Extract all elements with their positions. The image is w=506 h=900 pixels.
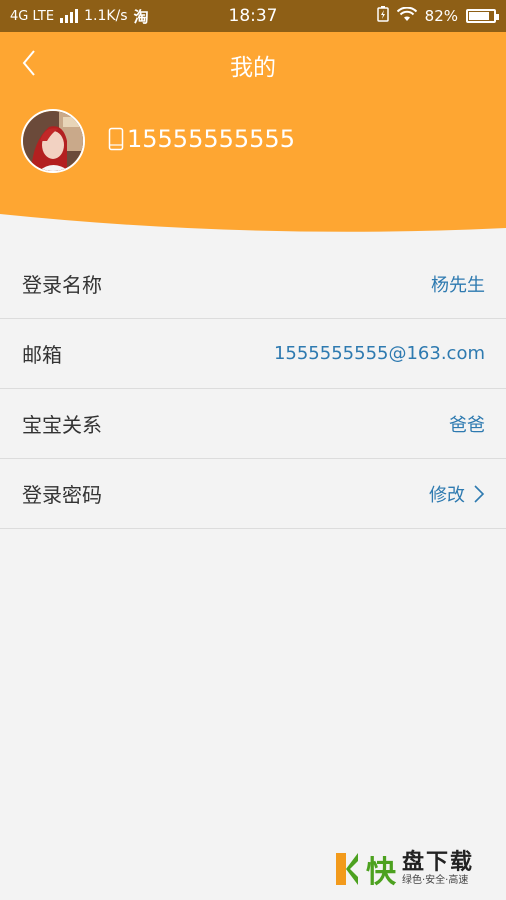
row-value: 爸爸 [449,414,485,436]
row-label: 宝宝关系 [22,413,102,437]
battery-icon [466,9,499,23]
list-item-email: 邮箱 1555555555@163.com [0,319,506,389]
battery-percent: 82% [424,7,458,25]
status-bar: 4G LTE 1.1K/s 淘 18:37 82% [0,0,506,32]
signal-icon [60,9,79,23]
logo-kuai: 快 [366,855,396,890]
row-label: 邮箱 [22,343,62,367]
profile-header: 我的 15555555555 [0,32,506,232]
clock: 18:37 [228,6,278,26]
profile-info-list: 登录名称 杨先生 邮箱 1555555555@163.com 宝宝关系 爸爸 登… [0,249,506,529]
page-title: 我的 [230,55,276,81]
network-type: 4G LTE [10,8,55,24]
logo-k-icon [334,851,360,887]
battery-level-fill [469,12,489,20]
logo-sub-text: 绿色·安全·高速 [402,875,469,886]
row-value: 1555555555@163.com [273,343,485,364]
network-speed: 1.1K/s [84,8,128,24]
phone-number-row: 15555555555 [108,125,295,153]
row-label: 登录名称 [22,273,102,297]
modify-label: 修改 [429,484,465,506]
charging-icon [376,6,389,26]
avatar[interactable] [21,109,85,173]
phone-icon [108,127,124,151]
taobao-notification-icon: 淘 [133,7,149,26]
phone-number: 15555555555 [127,125,295,153]
modify-password-link[interactable]: 修改 [429,481,485,507]
row-label: 登录密码 [22,483,102,507]
wifi-icon [396,6,417,26]
logo-main-text: 盘下载 [402,850,475,875]
row-value: 杨先生 [431,274,485,296]
list-item-login-password[interactable]: 登录密码 修改 [0,459,506,529]
list-item-login-name: 登录名称 杨先生 [0,249,506,319]
watermark-logo: 快 盘下载 绿色·安全·高速 [334,848,504,890]
chevron-right-icon [474,484,485,503]
list-item-baby-relation: 宝宝关系 爸爸 [0,389,506,459]
